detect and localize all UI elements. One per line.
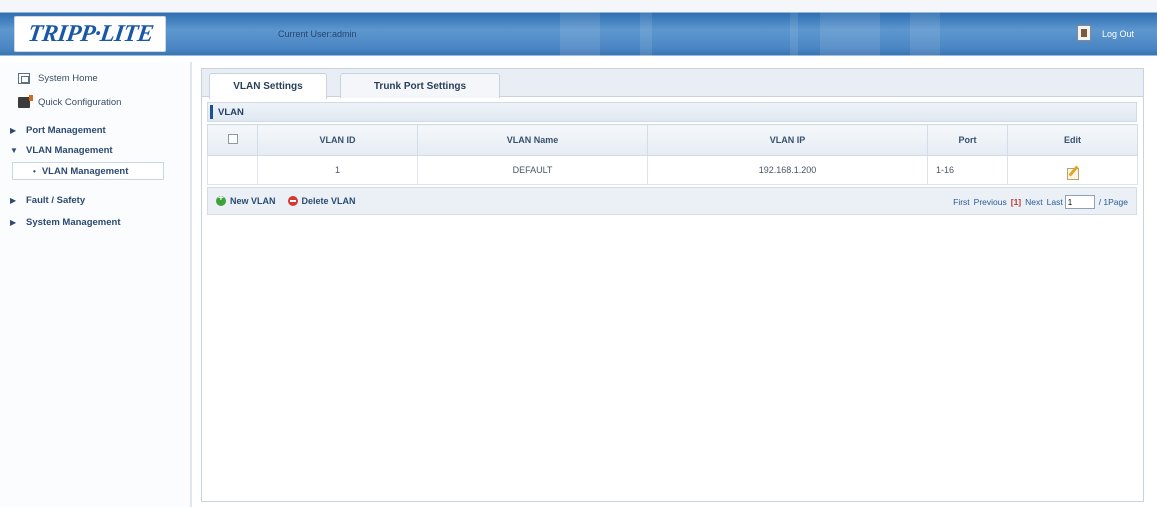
cell-edit [1007,155,1138,185]
page-number-input[interactable] [1064,195,1095,209]
sidebar-item-system-management[interactable]: ▶ System Management [0,212,190,232]
sidebar-item-label: Port Management [26,124,106,136]
section-title: VLAN [218,106,244,118]
chevron-down-icon: ▼ [10,145,18,155]
sidebar-item-label: VLAN Management [41,165,129,177]
chevron-right-icon: ▶ [10,195,17,205]
add-icon [216,193,226,206]
select-all-checkbox[interactable] [227,134,238,144]
tab-vlan-settings[interactable]: VLAN Settings [209,73,327,99]
sidebar-item-label: System Management [26,216,121,228]
column-header-vlan-ip: VLAN IP [647,124,928,156]
logout-icon[interactable] [1077,25,1091,41]
sidebar-item-label: System Home [38,72,98,84]
sidebar: System Home Quick Configuration ▶ Port M… [0,62,192,507]
column-header-vlan-id: VLAN ID [257,124,418,156]
sidebar-item-label: Quick Configuration [38,96,122,108]
vlan-table: VLAN ID VLAN Name VLAN IP Port Edit 1 DE… [207,124,1138,185]
new-vlan-label: New VLAN [230,196,276,206]
sidebar-item-quick-configuration[interactable]: Quick Configuration [0,92,190,112]
cell-vlan-name: DEFAULT [417,155,648,185]
section-accent-bar [210,105,213,119]
chevron-right-icon: ▶ [10,125,17,135]
header-band [0,12,1157,56]
pager-first-link[interactable]: First [953,197,970,207]
edit-icon[interactable] [1066,165,1080,180]
pager-next-link[interactable]: Next [1025,197,1042,207]
delete-icon [287,196,298,206]
cell-vlan-id: 1 [257,155,418,185]
bullet-icon: • [33,166,36,176]
pager-current-page: [1] [1010,197,1022,207]
logout-link[interactable]: Log Out [1102,29,1134,39]
pagination: First Previous [1] Next Last / 1Page [949,195,1128,209]
delete-vlan-button[interactable]: Delete VLAN [287,196,356,206]
sidebar-subitem-vlan-management[interactable]: • VLAN Management [12,162,164,180]
chevron-right-icon: ▶ [10,217,17,227]
new-vlan-button[interactable]: New VLAN [216,193,276,206]
column-header-port: Port [927,124,1008,156]
column-header-vlan-name: VLAN Name [417,124,648,156]
row-checkbox-cell [207,155,258,185]
table-header-row: VLAN ID VLAN Name VLAN IP Port Edit [207,124,1138,156]
quick-configuration-icon [18,94,33,108]
select-all-cell [207,124,258,156]
header-bar: TRIPP·LITE Current User:admin Log Out [0,0,1157,62]
table-row: 1 DEFAULT 192.168.1.200 1-16 [207,155,1138,185]
system-home-icon [18,72,30,84]
sidebar-item-vlan-management[interactable]: ▼ VLAN Management [0,140,190,160]
pager-last-link[interactable]: Last [1047,197,1063,207]
current-user-label: Current User:admin [278,29,357,39]
vlan-section-header: VLAN [207,102,1137,122]
cell-port: 1-16 [927,155,1008,185]
cell-vlan-ip: 192.168.1.200 [647,155,928,185]
sidebar-item-port-management[interactable]: ▶ Port Management [0,120,190,140]
tabs-bar: VLAN Settings Trunk Port Settings [202,69,1143,99]
tab-trunk-port-settings[interactable]: Trunk Port Settings [340,73,500,98]
main-panel: VLAN Settings Trunk Port Settings VLAN V… [201,68,1144,502]
tripp-lite-logo: TRIPP·LITE [14,16,166,52]
logo-text: TRIPP·LITE [25,20,155,47]
delete-vlan-label: Delete VLAN [301,196,356,206]
sidebar-item-fault-safety[interactable]: ▶ Fault / Safety [0,190,190,210]
table-action-bar: New VLAN Delete VLAN First Previous [1] … [207,187,1137,215]
sidebar-item-system-home[interactable]: System Home [0,68,190,88]
column-header-edit: Edit [1007,124,1138,156]
pager-total-label: / 1Page [1098,197,1128,207]
sidebar-item-label: VLAN Management [26,144,113,156]
sidebar-item-label: Fault / Safety [26,194,86,206]
pager-previous-link[interactable]: Previous [974,197,1007,207]
